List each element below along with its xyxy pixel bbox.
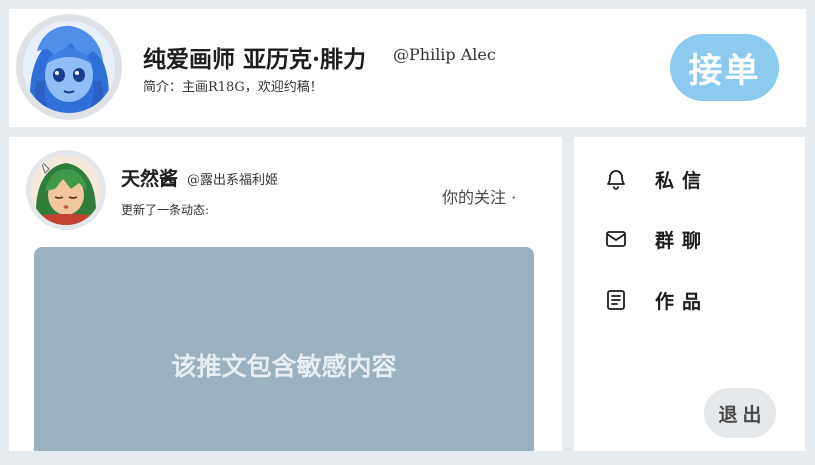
- profile-card: 纯爱画师 亚历克·腓力 @Philip Alec 简介：主画R18G，欢迎约稿！…: [9, 9, 806, 127]
- menu-item-group-chat[interactable]: 群聊: [604, 224, 774, 254]
- profile-name: 纯爱画师 亚历克·腓力: [143, 46, 367, 73]
- anime-girl-avatar-icon: [23, 21, 115, 113]
- follow-tag: 你的关注 ·: [442, 188, 517, 207]
- sensitive-content-notice: 该推文包含敏感内容: [171, 352, 397, 381]
- post-author-name[interactable]: 天然酱: [121, 164, 178, 191]
- document-icon: [607, 290, 625, 310]
- post-author-handle: @露出系福利姬: [187, 173, 279, 188]
- menu-card: 私信 群聊 作品 退出: [574, 137, 805, 451]
- feed-card: 天然酱 @露出系福利姬 更新了一条动态: 你的关注 · 该推文包含敏感内容: [9, 137, 562, 451]
- profile-bio: 简介：主画R18G，欢迎约稿！: [143, 80, 323, 95]
- menu-item-label: 私信: [655, 169, 710, 192]
- menu-item-messages[interactable]: 私信: [604, 164, 774, 194]
- accept-commission-button[interactable]: 接单: [670, 34, 779, 101]
- menu-item-label: 群聊: [655, 229, 710, 252]
- profile-handle: @Philip Alec: [393, 45, 496, 64]
- mail-icon: [606, 231, 626, 247]
- bell-icon: [607, 170, 625, 190]
- menu-item-label: 作品: [655, 290, 710, 313]
- green-hair-avatar-icon: [31, 155, 101, 225]
- post-author-avatar[interactable]: [26, 150, 106, 230]
- profile-avatar[interactable]: [16, 14, 122, 120]
- sensitive-content-overlay[interactable]: 该推文包含敏感内容: [34, 247, 534, 451]
- logout-button[interactable]: 退出: [704, 388, 776, 438]
- post-action-text: 更新了一条动态:: [121, 203, 210, 217]
- menu-item-works[interactable]: 作品: [604, 285, 774, 315]
